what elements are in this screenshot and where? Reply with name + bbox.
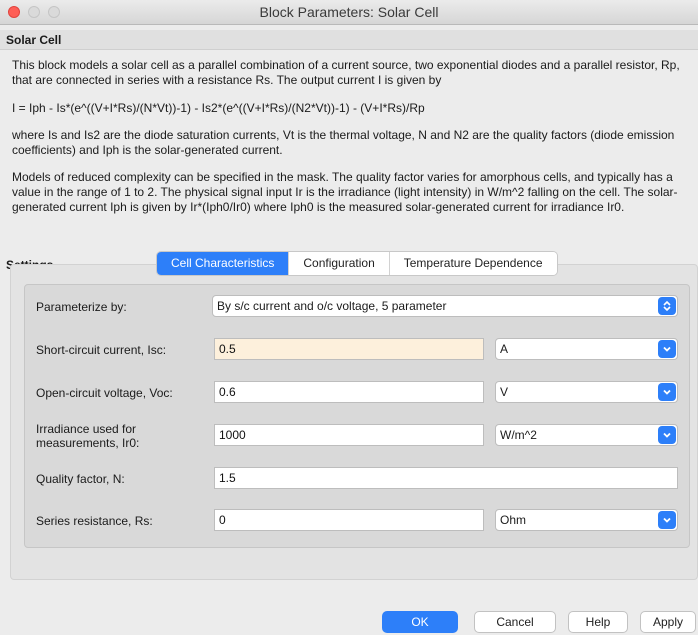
ir0-label-line1: Irradiance used for (36, 422, 137, 436)
block-name-header: Solar Cell (0, 30, 698, 50)
isc-unit-select[interactable]: A (495, 338, 678, 360)
cancel-button[interactable]: Cancel (474, 611, 556, 633)
series-resistance-label: Series resistance, Rs: (36, 514, 153, 528)
chevron-down-icon (658, 383, 676, 401)
tab-cell-characteristics[interactable]: Cell Characteristics (157, 252, 289, 275)
description-paragraph-2: where Is and Is2 are the diode saturatio… (12, 128, 675, 157)
title-bar[interactable]: Block Parameters: Solar Cell (0, 0, 698, 25)
quality-factor-input[interactable]: 1.5 (214, 467, 678, 489)
tab-bar: Cell Characteristics Configuration Tempe… (156, 251, 558, 276)
ir0-label-line2: measurements, Ir0: (36, 436, 140, 450)
voc-unit-value: V (500, 385, 509, 399)
isc-input[interactable]: 0.5 (214, 338, 484, 360)
ok-button[interactable]: OK (382, 611, 458, 633)
quality-factor-label: Quality factor, N: (36, 472, 125, 486)
series-resistance-input[interactable]: 0 (214, 509, 484, 531)
isc-unit-value: A (500, 342, 509, 356)
tab-configuration[interactable]: Configuration (288, 252, 389, 275)
tab-temperature-dependence[interactable]: Temperature Dependence (388, 252, 557, 275)
up-down-arrows-icon (658, 297, 676, 315)
description-paragraph-3: Models of reduced complexity can be spec… (12, 170, 678, 214)
rs-unit-select[interactable]: Ohm (495, 509, 678, 531)
rs-unit-value: Ohm (500, 513, 527, 527)
help-button[interactable]: Help (568, 611, 628, 633)
voc-label: Open-circuit voltage, Voc: (36, 386, 173, 400)
isc-label: Short-circuit current, Isc: (36, 343, 167, 357)
parameterize-label: Parameterize by: (36, 300, 127, 314)
chevron-down-icon (658, 340, 676, 358)
chevron-down-icon (658, 511, 676, 529)
ir0-input[interactable]: 1000 (214, 424, 484, 446)
ir0-unit-select[interactable]: W/m^2 (495, 424, 678, 446)
apply-button[interactable]: Apply (640, 611, 696, 633)
description-paragraph-1: This block models a solar cell as a para… (12, 58, 680, 87)
window-title: Block Parameters: Solar Cell (259, 4, 439, 20)
description-equation: I = Iph - Is*(e^((V+I*Rs)/(N*Vt))-1) - I… (12, 101, 425, 115)
voc-input[interactable]: 0.6 (214, 381, 484, 403)
ir0-unit-value: W/m^2 (500, 428, 537, 442)
voc-unit-select[interactable]: V (495, 381, 678, 403)
parameterize-select[interactable]: By s/c current and o/c voltage, 5 parame… (212, 295, 678, 317)
parameterize-value: By s/c current and o/c voltage, 5 parame… (217, 299, 447, 313)
chevron-down-icon (658, 426, 676, 444)
